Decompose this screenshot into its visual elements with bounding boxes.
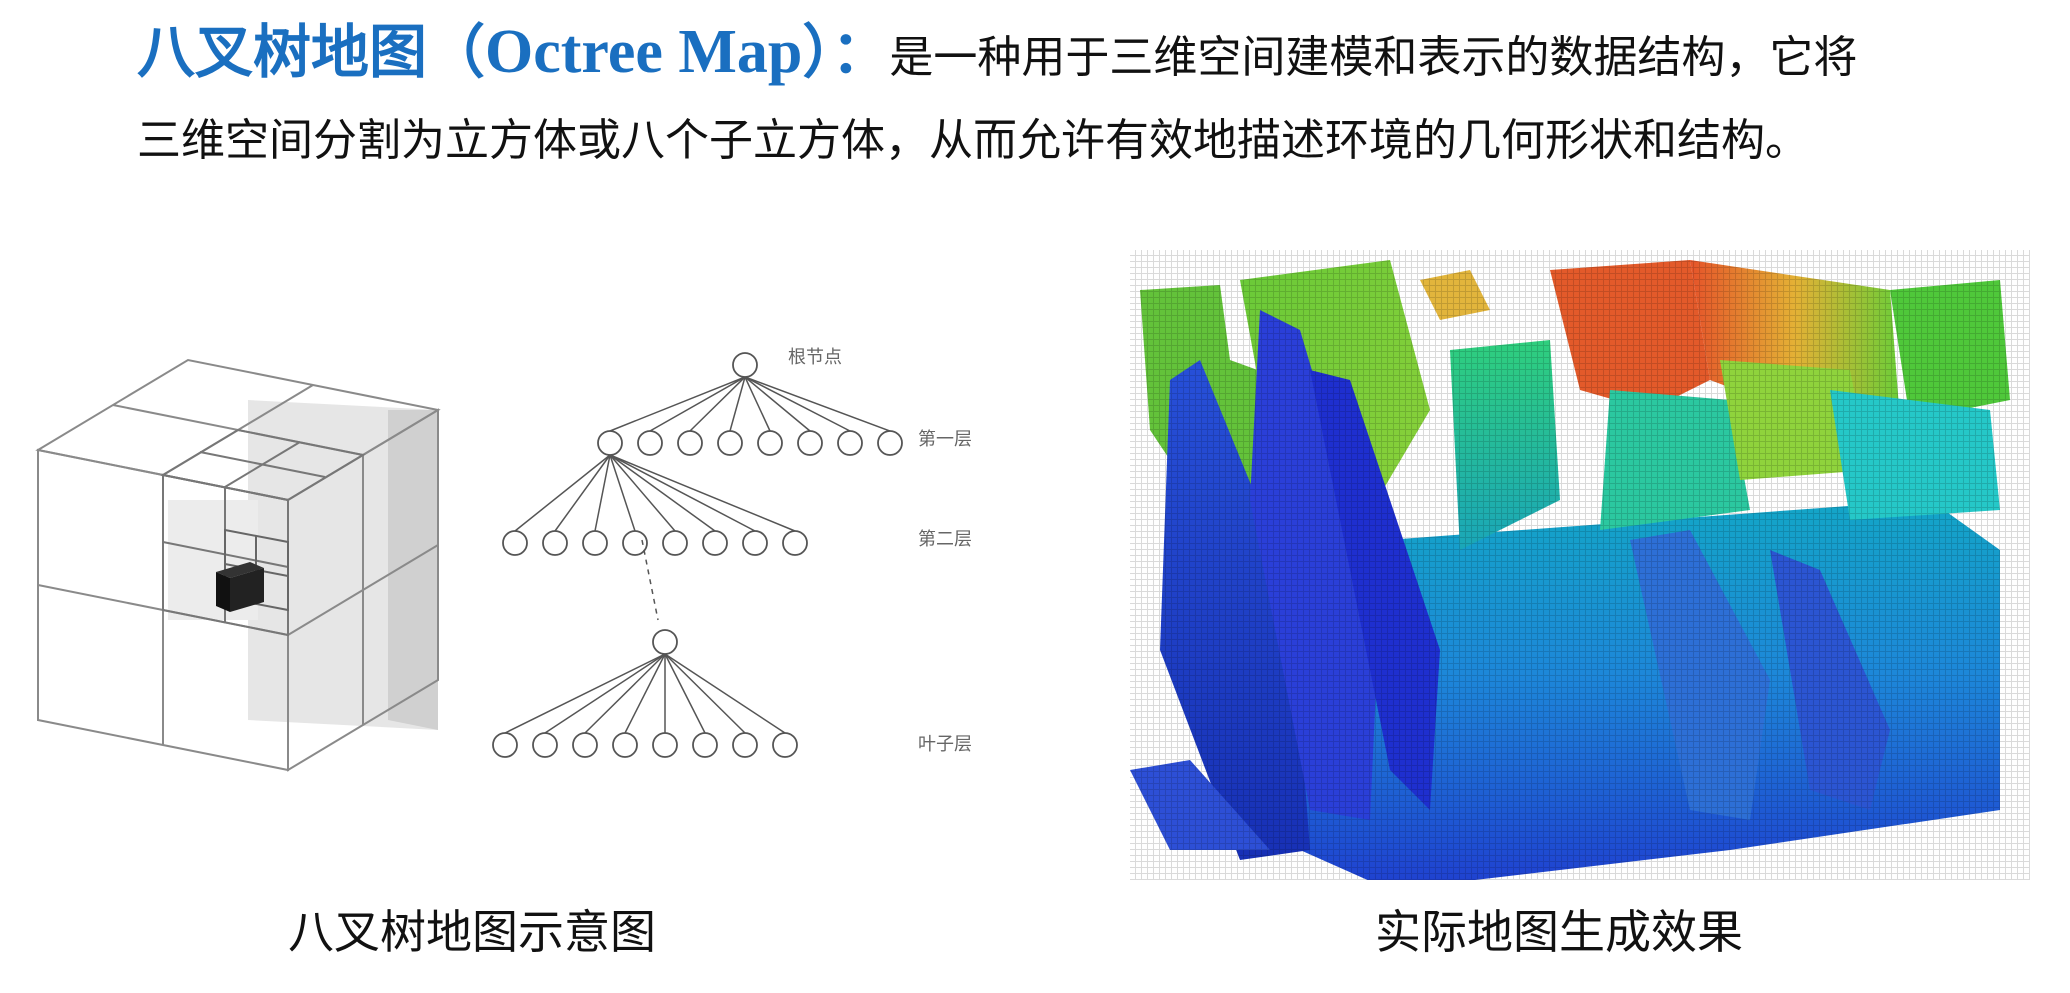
tree-edge (609, 454, 796, 532)
description-line-2: 三维空间分割为立方体或八个子立方体，从而允许有效地描述环境的几何形状和结构。 (137, 115, 1809, 166)
tree-node-level2 (542, 530, 568, 556)
tree-edge (744, 376, 811, 432)
octree-cube-illustration (35, 358, 441, 772)
tree-node-level1 (597, 430, 623, 456)
tree-node-level1 (797, 430, 823, 456)
tree-label-level1: 第一层 (918, 429, 972, 450)
header: 八叉树地图（Octree Map）：是一种用于三维空间建模和表示的数据结构，它将… (137, 14, 2037, 179)
tree-node-level2 (662, 530, 688, 556)
tree-node-level2 (782, 530, 808, 556)
tree-edge (624, 653, 666, 734)
tree-edge (609, 454, 716, 532)
tree-node-intermediate (652, 629, 678, 655)
tree-node-level2 (622, 530, 648, 556)
tree-node-level1 (637, 430, 663, 456)
tree-node-leaf (612, 732, 638, 758)
point-cloud-map-image (1130, 250, 2030, 880)
tree-node-level2 (702, 530, 728, 556)
tree-edge (584, 653, 666, 734)
tree-node-leaf (692, 732, 718, 758)
caption-right: 实际地图生成效果 (1375, 905, 1743, 959)
tree-node-level2 (742, 530, 768, 556)
tree-node-level1 (677, 430, 703, 456)
octree-tree-diagram: 根节点 第一层 第二层 叶子层 (492, 347, 972, 758)
description-line-1: 是一种用于三维空间建模和表示的数据结构，它将 (889, 32, 1858, 83)
title-paren-open: （ (427, 18, 486, 86)
tree-node-level1 (757, 430, 783, 456)
tree-node-root (732, 352, 758, 378)
tree-node-leaf (492, 732, 518, 758)
tree-label-leaf: 叶子层 (918, 734, 972, 755)
ellipsis-dashed-line (641, 539, 659, 621)
tree-node-level2 (502, 530, 528, 556)
tree-edge (744, 376, 851, 432)
header-line-1: 八叉树地图（Octree Map）：是一种用于三维空间建模和表示的数据结构，它将 (137, 14, 2037, 105)
tree-node-leaf (772, 732, 798, 758)
tree-edge (609, 454, 676, 532)
tree-node-level1 (877, 430, 903, 456)
tree-edge (664, 653, 786, 734)
tree-node-leaf (732, 732, 758, 758)
title-chinese: 八叉树地图 (137, 18, 428, 86)
tree-node-leaf (652, 732, 678, 758)
tree-label-root: 根节点 (788, 347, 842, 368)
tree-edge (664, 653, 706, 734)
tree-node-level2 (582, 530, 608, 556)
tree-edge (664, 653, 746, 734)
tree-node-level1 (837, 430, 863, 456)
tree-edge (504, 653, 666, 734)
tree-label-level2: 第二层 (918, 529, 972, 550)
tree-node-level1 (717, 430, 743, 456)
caption-left: 八叉树地图示意图 (288, 905, 656, 959)
tree-node-leaf (572, 732, 598, 758)
title-english: Octree Map (485, 18, 803, 86)
tree-edge (544, 653, 666, 734)
tree-node-leaf (532, 732, 558, 758)
tree-edge (609, 376, 746, 432)
title-paren-close: ）： (802, 18, 890, 86)
